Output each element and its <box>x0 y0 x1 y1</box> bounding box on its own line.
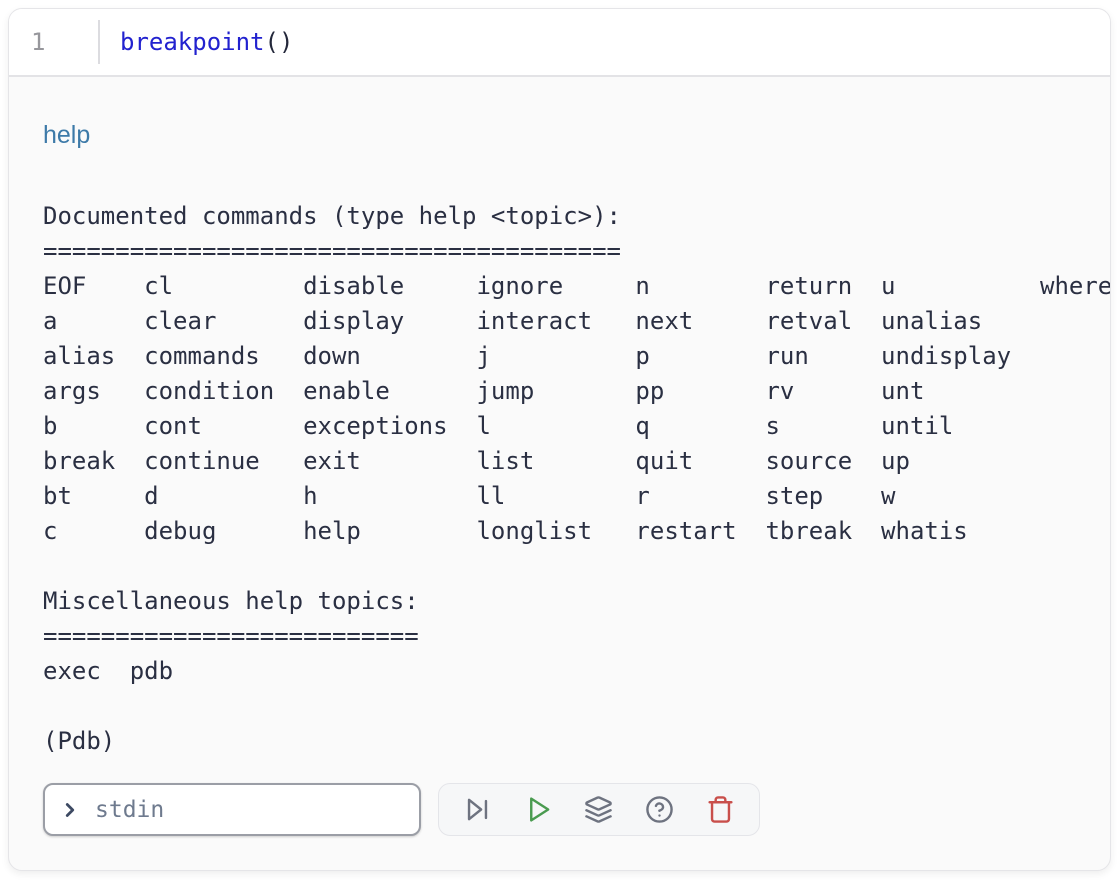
step-next-button[interactable] <box>457 790 497 830</box>
code-editor-line: 1 breakpoint() <box>9 9 1110 77</box>
code-editor-content[interactable]: breakpoint() <box>100 28 293 56</box>
code-function-token: breakpoint <box>120 28 265 56</box>
echoed-command: help <box>43 119 1090 151</box>
continue-run-button[interactable] <box>518 790 558 830</box>
help-button[interactable] <box>640 790 680 830</box>
debugger-controls-row <box>43 783 1090 836</box>
layers-icon <box>584 795 613 824</box>
chevron-right-icon <box>59 799 81 821</box>
line-number-gutter: 1 <box>9 28 98 56</box>
stdin-input[interactable] <box>93 796 405 824</box>
stack-frames-button[interactable] <box>579 790 619 830</box>
trash-icon <box>706 795 735 824</box>
help-circle-icon <box>645 795 674 824</box>
play-icon <box>524 795 553 824</box>
skip-forward-icon <box>463 795 492 824</box>
quit-debugger-button[interactable] <box>701 790 741 830</box>
stdin-inputbox[interactable] <box>43 783 421 836</box>
pdb-help-output: Documented commands (type help <topic>):… <box>43 199 1090 759</box>
console-output-area: help Documented commands (type help <top… <box>9 77 1110 870</box>
code-parens-token: () <box>265 28 294 56</box>
debugger-toolbar <box>438 783 760 836</box>
debugger-cell-card: 1 breakpoint() help Documented commands … <box>8 8 1111 871</box>
